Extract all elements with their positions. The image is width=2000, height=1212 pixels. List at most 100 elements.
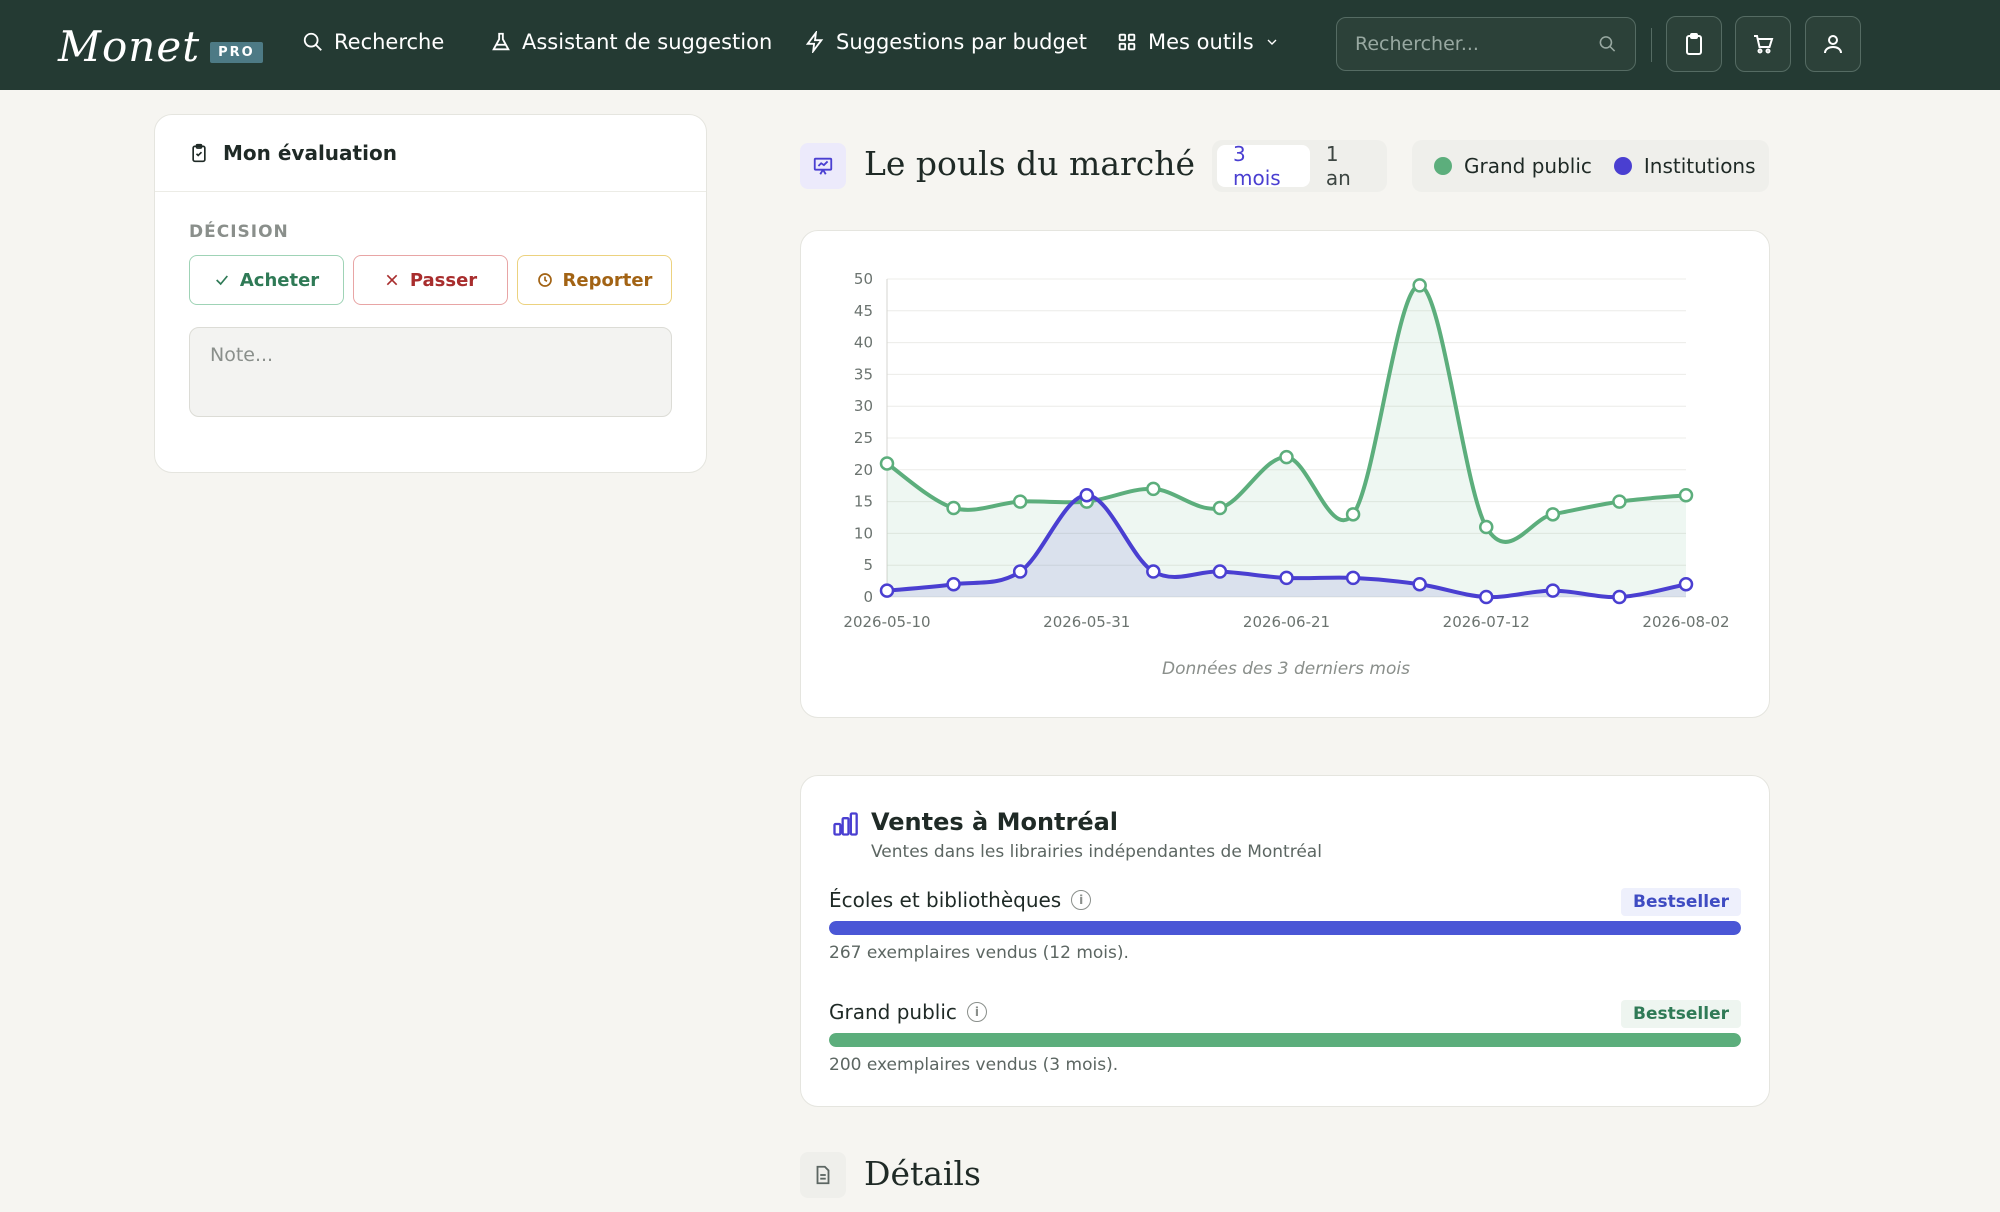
y-tick-label: 40 bbox=[854, 334, 873, 352]
data-point bbox=[1146, 481, 1161, 497]
data-point bbox=[1212, 500, 1228, 516]
document-icon bbox=[816, 1165, 830, 1185]
nav-divider bbox=[1651, 28, 1652, 62]
clock-icon bbox=[537, 273, 552, 287]
info-icon[interactable]: i bbox=[1071, 890, 1092, 910]
data-point bbox=[1212, 564, 1228, 579]
y-tick-label: 10 bbox=[854, 524, 873, 542]
data-point bbox=[946, 577, 961, 592]
data-point bbox=[1412, 278, 1427, 293]
market-section-icon bbox=[800, 143, 846, 189]
clipboard-icon bbox=[1686, 33, 1702, 55]
y-tick-label: 25 bbox=[854, 429, 873, 447]
search-icon[interactable] bbox=[1598, 34, 1617, 54]
evaluation-title: Mon évaluation bbox=[223, 141, 397, 165]
pass-button-label: Passer bbox=[409, 269, 478, 291]
check-icon bbox=[215, 275, 228, 286]
legend-item-institutions[interactable]: Institutions bbox=[1613, 154, 1756, 178]
data-point bbox=[1279, 449, 1294, 465]
nav-link-search[interactable]: Recherche bbox=[302, 30, 444, 54]
sales-icon-wrap bbox=[831, 810, 859, 842]
metric-label-schools: Écoles et bibliothèques i bbox=[829, 888, 1092, 912]
data-point bbox=[1079, 487, 1094, 503]
postpone-button[interactable]: Reporter bbox=[517, 255, 672, 305]
evaluation-card: Mon évaluation DÉCISION Acheter Passer R… bbox=[154, 114, 707, 473]
pass-button[interactable]: Passer bbox=[353, 255, 508, 305]
y-tick-label: 5 bbox=[863, 556, 873, 574]
metric-desc-general: 200 exemplaires vendus (3 mois). bbox=[829, 1055, 1119, 1075]
note-field[interactable] bbox=[189, 327, 672, 417]
progress-bar-general bbox=[829, 1033, 1741, 1047]
grid-icon bbox=[1118, 33, 1136, 51]
data-point bbox=[1678, 487, 1694, 503]
data-point bbox=[1612, 589, 1627, 605]
x-tick-label: 2026-08-02 bbox=[1642, 613, 1729, 631]
data-point bbox=[946, 500, 961, 516]
clipboard-check-icon bbox=[192, 143, 206, 163]
cart-button[interactable] bbox=[1735, 16, 1791, 72]
y-tick-label: 0 bbox=[863, 588, 873, 606]
y-tick-label: 15 bbox=[854, 493, 873, 511]
account-button[interactable] bbox=[1805, 16, 1861, 72]
postpone-button-label: Reporter bbox=[562, 269, 653, 291]
progress-bar-fill bbox=[829, 921, 1741, 935]
x-tick-label: 2026-05-31 bbox=[1043, 613, 1130, 631]
search-icon bbox=[303, 32, 322, 51]
data-point bbox=[1412, 577, 1427, 592]
x-tick-label: 2026-06-21 bbox=[1243, 613, 1330, 631]
legend-label: Grand public bbox=[1464, 154, 1592, 178]
y-tick-label: 45 bbox=[854, 302, 873, 320]
chart-legend: Grand public Institutions bbox=[1412, 140, 1769, 192]
nav-link-assistant[interactable]: Assistant de suggestion bbox=[490, 30, 772, 54]
x-tick-label: 2026-07-12 bbox=[1443, 613, 1530, 631]
metric-label-text: Écoles et bibliothèques bbox=[829, 888, 1062, 912]
metric-desc-schools: 267 exemplaires vendus (12 mois). bbox=[829, 943, 1129, 963]
data-point bbox=[1012, 564, 1028, 579]
buy-button[interactable]: Acheter bbox=[189, 255, 344, 305]
metric-label-general: Grand public i bbox=[829, 1000, 987, 1024]
chart-caption: Données des 3 derniers mois bbox=[1162, 659, 1410, 679]
market-chart-card: 0 5 10 15 20 25 30 35 40 45 50 2026-05-10 2026-05-31… bbox=[800, 230, 1770, 718]
logo[interactable]: Monet PRO bbox=[58, 22, 263, 71]
legend-dot bbox=[1434, 157, 1452, 175]
top-navbar: Monet PRO Recherche Assistant de suggest… bbox=[0, 0, 2000, 90]
metric-label-text: Grand public bbox=[829, 1000, 957, 1024]
nav-link-tools[interactable]: Mes outils bbox=[1116, 30, 1280, 54]
data-point bbox=[1146, 564, 1161, 579]
nav-link-label: Recherche bbox=[334, 30, 445, 54]
nav-link-label: Mes outils bbox=[1148, 30, 1254, 54]
progress-bar-schools bbox=[829, 921, 1741, 935]
data-point bbox=[879, 583, 895, 598]
legend-item-general[interactable]: Grand public bbox=[1434, 154, 1592, 178]
bar-chart-icon bbox=[833, 812, 858, 836]
progress-bar-fill bbox=[829, 1033, 1741, 1047]
legend-dot bbox=[1613, 157, 1632, 175]
y-tick-label: 20 bbox=[854, 461, 873, 479]
data-point bbox=[1479, 589, 1494, 605]
info-icon[interactable]: i bbox=[966, 1002, 987, 1022]
data-point bbox=[879, 456, 895, 471]
data-point bbox=[1345, 570, 1361, 586]
range-3-months[interactable]: 3 mois bbox=[1217, 142, 1310, 190]
details-section-icon bbox=[800, 1152, 846, 1198]
data-point bbox=[1678, 577, 1694, 592]
legend-label: Institutions bbox=[1643, 154, 1756, 178]
data-point bbox=[1545, 583, 1561, 598]
nav-link-budget[interactable]: Suggestions par budget bbox=[804, 30, 1087, 54]
close-icon bbox=[386, 274, 398, 286]
search-box bbox=[1336, 17, 1636, 71]
logo-badge: PRO bbox=[210, 42, 263, 63]
sales-subtitle: Ventes dans les librairies indépendantes… bbox=[871, 842, 1322, 862]
clipboard-button[interactable] bbox=[1666, 16, 1722, 72]
bestseller-badge: Bestseller bbox=[1621, 888, 1741, 916]
sales-title: Ventes à Montréal bbox=[871, 808, 1119, 836]
search-input[interactable] bbox=[1355, 33, 1598, 55]
user-icon bbox=[1824, 35, 1842, 54]
x-tick-label: 2026-05-10 bbox=[843, 613, 930, 631]
range-1-year[interactable]: 1 an bbox=[1310, 142, 1382, 190]
presentation-chart-icon bbox=[813, 157, 833, 175]
chevron-down-icon bbox=[1267, 39, 1277, 45]
buy-button-label: Acheter bbox=[239, 269, 320, 291]
market-title: Le pouls du marché bbox=[864, 144, 1196, 183]
details-title: Détails bbox=[864, 1154, 981, 1193]
